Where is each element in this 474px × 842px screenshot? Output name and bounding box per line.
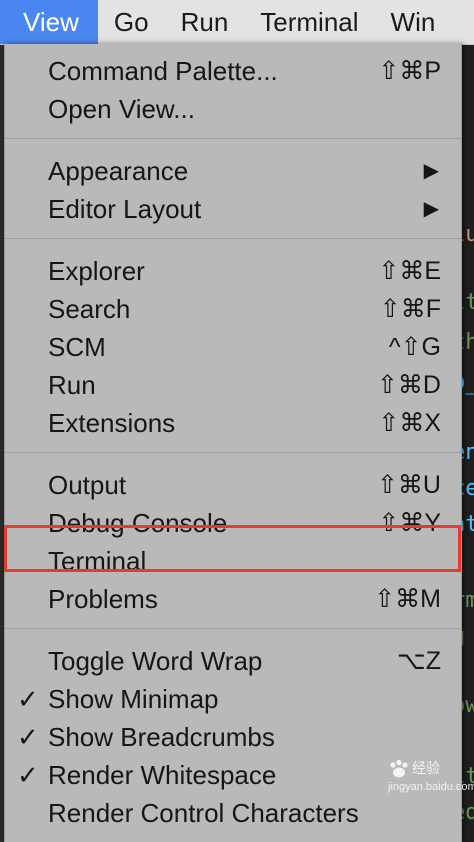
menubar-run[interactable]: Run bbox=[165, 0, 245, 44]
menu-item-extensions[interactable]: Extensions ⇧⌘X bbox=[5, 404, 461, 442]
baidu-watermark: 经验 jingyan.baidu.com bbox=[388, 758, 474, 793]
menubar-go[interactable]: Go bbox=[98, 0, 165, 44]
menu-item-label: Problems bbox=[48, 584, 158, 614]
menu-item-label: Show Minimap bbox=[48, 684, 219, 714]
menu-item-shortcut: ⇧⌘F bbox=[379, 295, 441, 323]
menu-item-render-control-characters[interactable]: Render Control Characters bbox=[5, 794, 461, 832]
menu-item-shortcut: ^⇧G bbox=[388, 333, 441, 361]
menu-item-debug-console[interactable]: Debug Console ⇧⌘Y bbox=[5, 504, 461, 542]
menubar-terminal[interactable]: Terminal bbox=[244, 0, 374, 44]
menu-item-terminal[interactable]: Terminal bbox=[5, 542, 461, 580]
menu-item-command-palette[interactable]: Command Palette... ⇧⌘P bbox=[5, 52, 461, 90]
menu-separator bbox=[5, 628, 461, 629]
menu-item-show-breadcrumbs[interactable]: ✓ Show Breadcrumbs bbox=[5, 718, 461, 756]
menubar-view[interactable]: View bbox=[0, 0, 98, 44]
checkmark-icon: ✓ bbox=[17, 722, 39, 752]
menu-item-label: SCM bbox=[48, 332, 106, 362]
menu-item-label: Command Palette... bbox=[48, 56, 278, 86]
menu-item-output[interactable]: Output ⇧⌘U bbox=[5, 466, 461, 504]
menu-separator bbox=[5, 452, 461, 453]
menu-item-label: Render Control Characters bbox=[48, 798, 359, 828]
menu-item-shortcut: ⇧⌘E bbox=[378, 257, 441, 285]
menubar-window[interactable]: Win bbox=[375, 0, 452, 44]
submenu-arrow-icon: ▶ bbox=[423, 160, 439, 182]
menu-item-label: Debug Console bbox=[48, 508, 228, 538]
menu-item-label: Render Whitespace bbox=[48, 760, 277, 790]
menu-item-shortcut: ⇧⌘M bbox=[374, 585, 441, 613]
menu-item-label: Explorer bbox=[48, 256, 145, 286]
checkmark-icon: ✓ bbox=[17, 760, 39, 790]
paw-icon bbox=[390, 760, 408, 778]
menu-item-shortcut: ⌥Z bbox=[396, 647, 441, 675]
menu-item-label: Editor Layout bbox=[48, 194, 202, 224]
menu-item-label: Appearance bbox=[48, 156, 189, 186]
menu-item-run[interactable]: Run ⇧⌘D bbox=[5, 366, 461, 404]
menubar: View Go Run Terminal Win bbox=[0, 0, 474, 45]
menu-item-problems[interactable]: Problems ⇧⌘M bbox=[5, 580, 461, 618]
menu-item-toggle-word-wrap[interactable]: Toggle Word Wrap ⌥Z bbox=[5, 642, 461, 680]
menu-item-label: Search bbox=[48, 294, 131, 324]
menu-item-shortcut: ⇧⌘D bbox=[376, 371, 441, 399]
menu-item-label: Show Breadcrumbs bbox=[48, 722, 275, 752]
menu-item-appearance[interactable]: Appearance ▶ bbox=[5, 152, 461, 190]
menu-item-editor-layout[interactable]: Editor Layout ▶ bbox=[5, 190, 461, 228]
menu-item-shortcut: ⇧⌘X bbox=[378, 409, 441, 437]
menu-item-shortcut: ⇧⌘Y bbox=[378, 509, 441, 537]
menu-separator bbox=[5, 138, 461, 139]
menu-item-scm[interactable]: SCM ^⇧G bbox=[5, 328, 461, 366]
submenu-arrow-icon: ▶ bbox=[423, 198, 439, 220]
menu-separator bbox=[5, 238, 461, 239]
checkmark-icon: ✓ bbox=[17, 684, 39, 714]
menu-item-label: Output bbox=[48, 470, 127, 500]
view-menu: Command Palette... ⇧⌘P Open View... Appe… bbox=[4, 44, 462, 842]
menu-item-label: Extensions bbox=[48, 408, 176, 438]
menu-item-open-view[interactable]: Open View... bbox=[5, 90, 461, 128]
menu-item-shortcut: ⇧⌘U bbox=[376, 471, 441, 499]
menu-item-search[interactable]: Search ⇧⌘F bbox=[5, 290, 461, 328]
menu-item-label: Terminal bbox=[48, 546, 147, 576]
menu-item-label: Open View... bbox=[48, 94, 195, 124]
menu-item-explorer[interactable]: Explorer ⇧⌘E bbox=[5, 252, 461, 290]
menu-item-label: Toggle Word Wrap bbox=[48, 646, 263, 676]
menu-item-show-minimap[interactable]: ✓ Show Minimap bbox=[5, 680, 461, 718]
watermark-text: 经验 bbox=[412, 760, 440, 776]
menu-item-shortcut: ⇧⌘P bbox=[378, 57, 441, 85]
watermark-url: jingyan.baidu.com bbox=[388, 781, 474, 794]
menu-item-label: Run bbox=[48, 370, 96, 400]
